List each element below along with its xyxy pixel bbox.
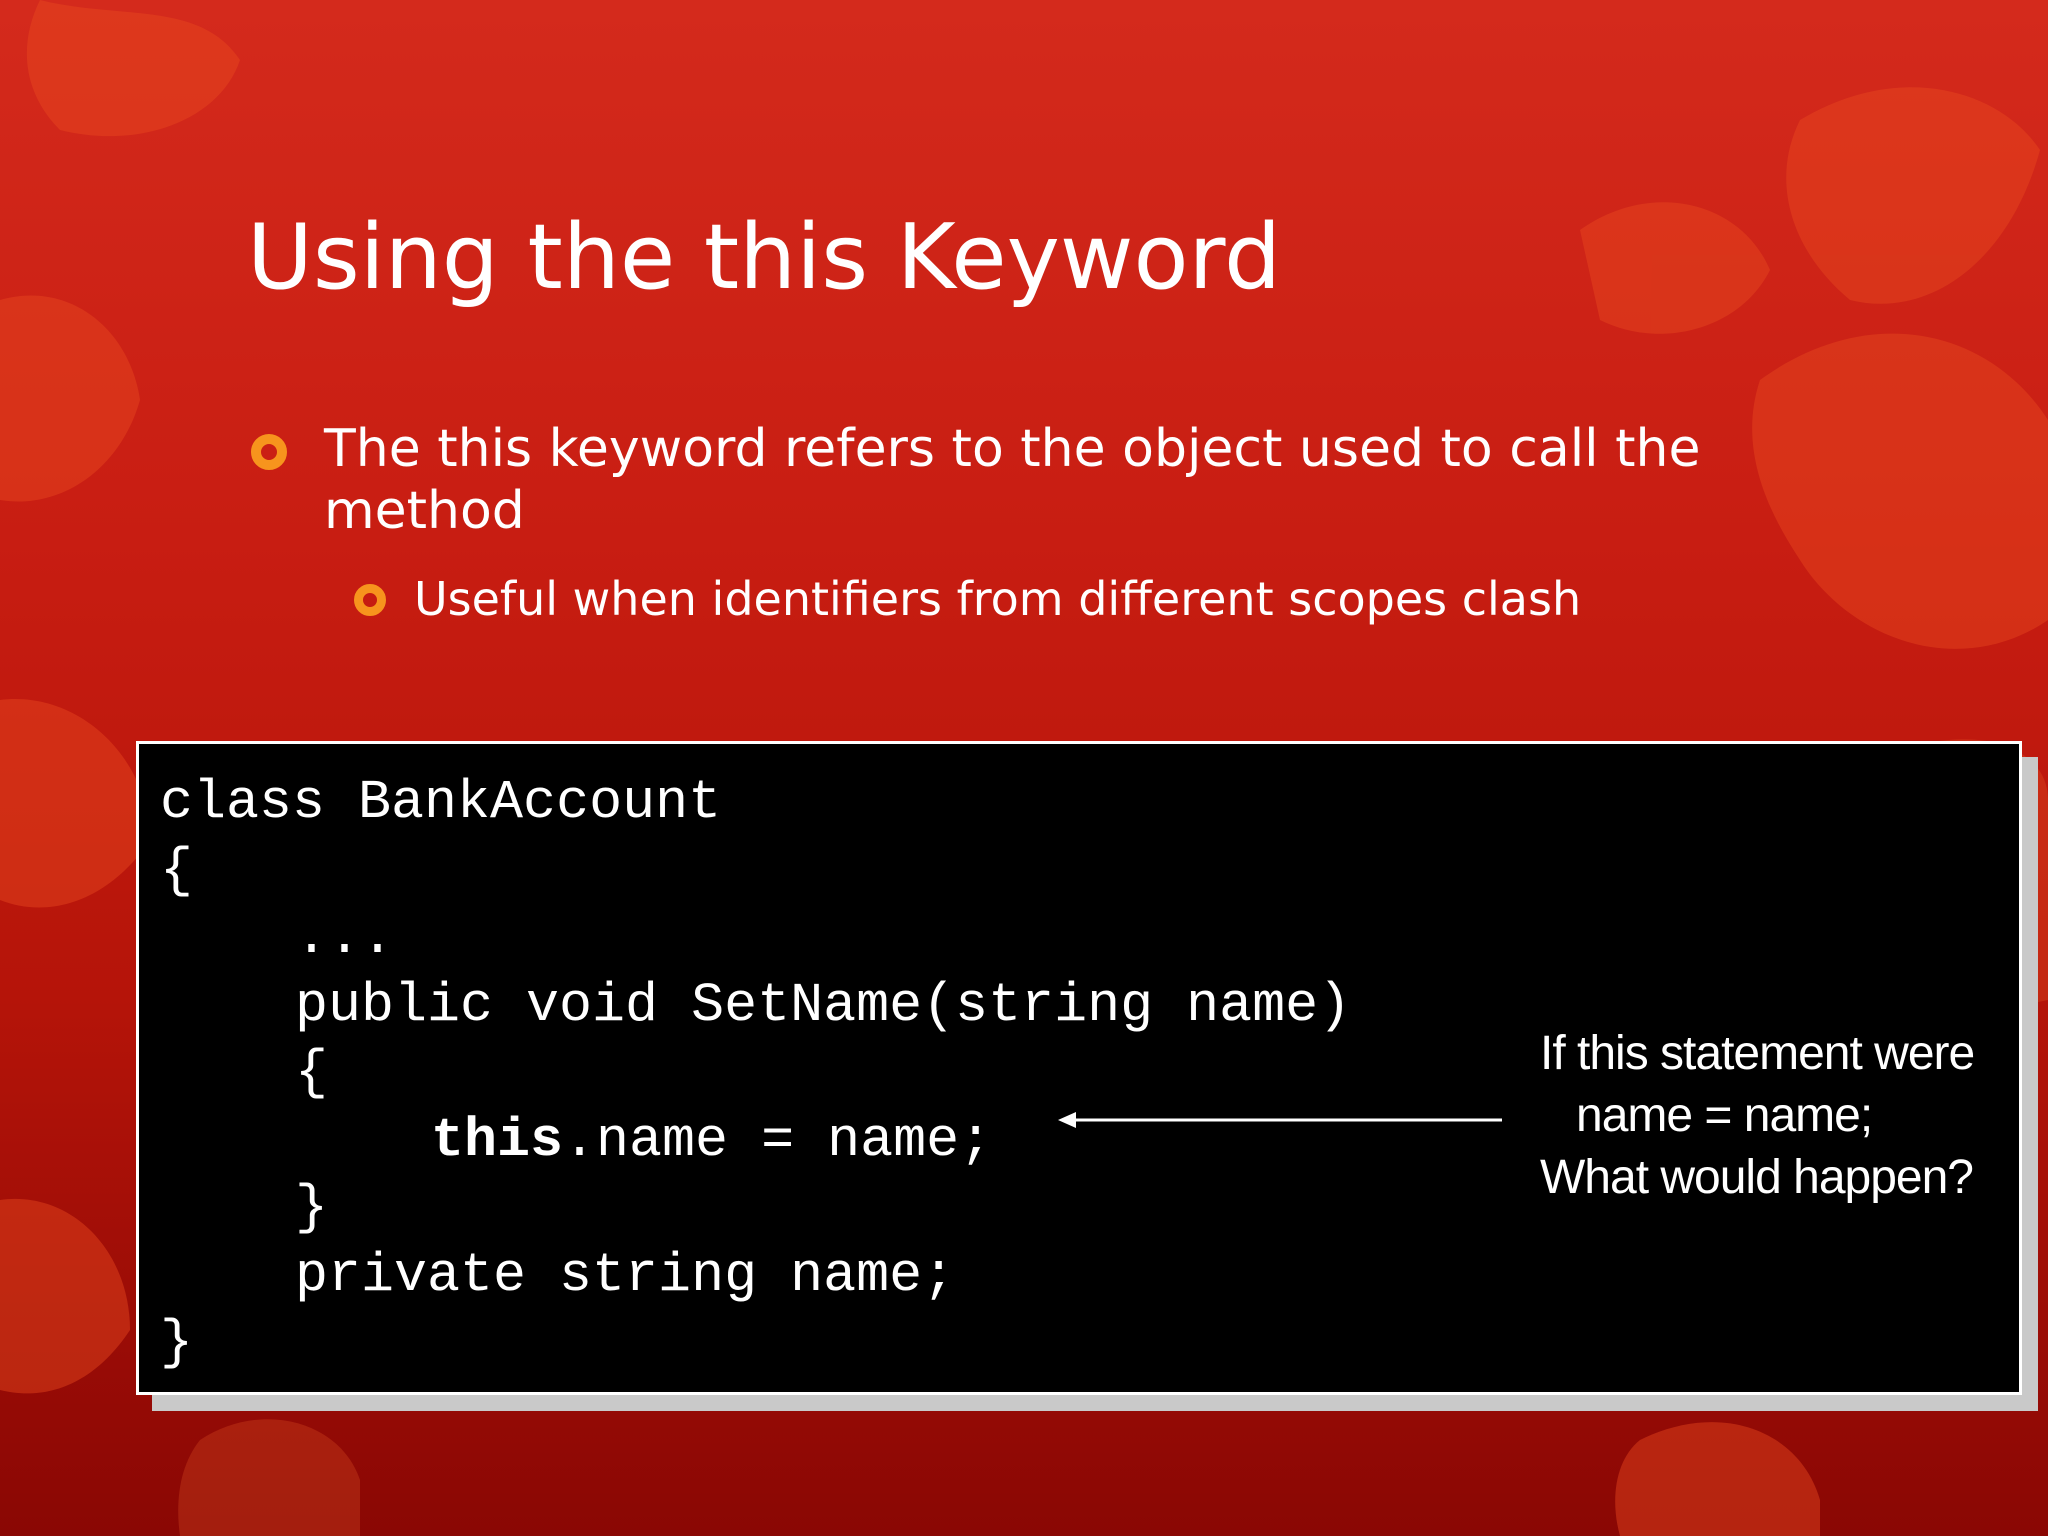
code-line: { <box>295 1041 329 1104</box>
code-line: } <box>160 1311 194 1374</box>
callout-line: What would happen? <box>1540 1151 1974 1204</box>
leaf-icon <box>1615 1422 1820 1536</box>
leaf-icon <box>178 1419 360 1536</box>
callout-line: If this statement were <box>1540 1027 1975 1080</box>
leaf-icon <box>26 0 240 137</box>
leaf-icon <box>0 699 150 908</box>
leaf-icon <box>0 1198 130 1394</box>
leaf-icon <box>0 295 140 502</box>
slide-title: Using the this Keyword <box>247 205 1282 310</box>
sub-bullet-ring-icon <box>354 584 386 616</box>
pointer-arrow-icon <box>1058 1112 1502 1128</box>
code-line: private string name; <box>295 1244 956 1307</box>
code-line: } <box>295 1176 329 1239</box>
code-line: class BankAccount <box>160 771 722 834</box>
this-keyword: this <box>431 1109 564 1172</box>
bullet-ring-icon <box>251 434 287 470</box>
leaf-icon <box>1580 202 1770 334</box>
code-line: ... <box>295 906 395 969</box>
code-line: public void SetName(string name) <box>295 974 1352 1037</box>
callout-line: name = name; <box>1576 1089 1873 1142</box>
sub-bullet-item: Useful when identifiers from different s… <box>414 572 1582 626</box>
bullet-item: The this keyword refers to the object us… <box>324 419 1701 541</box>
code-line-rest: .name = name; <box>563 1109 993 1172</box>
leaf-icon <box>1786 87 2040 304</box>
code-line: { <box>160 839 194 902</box>
code-line-highlight: this.name = name; <box>431 1108 992 1174</box>
